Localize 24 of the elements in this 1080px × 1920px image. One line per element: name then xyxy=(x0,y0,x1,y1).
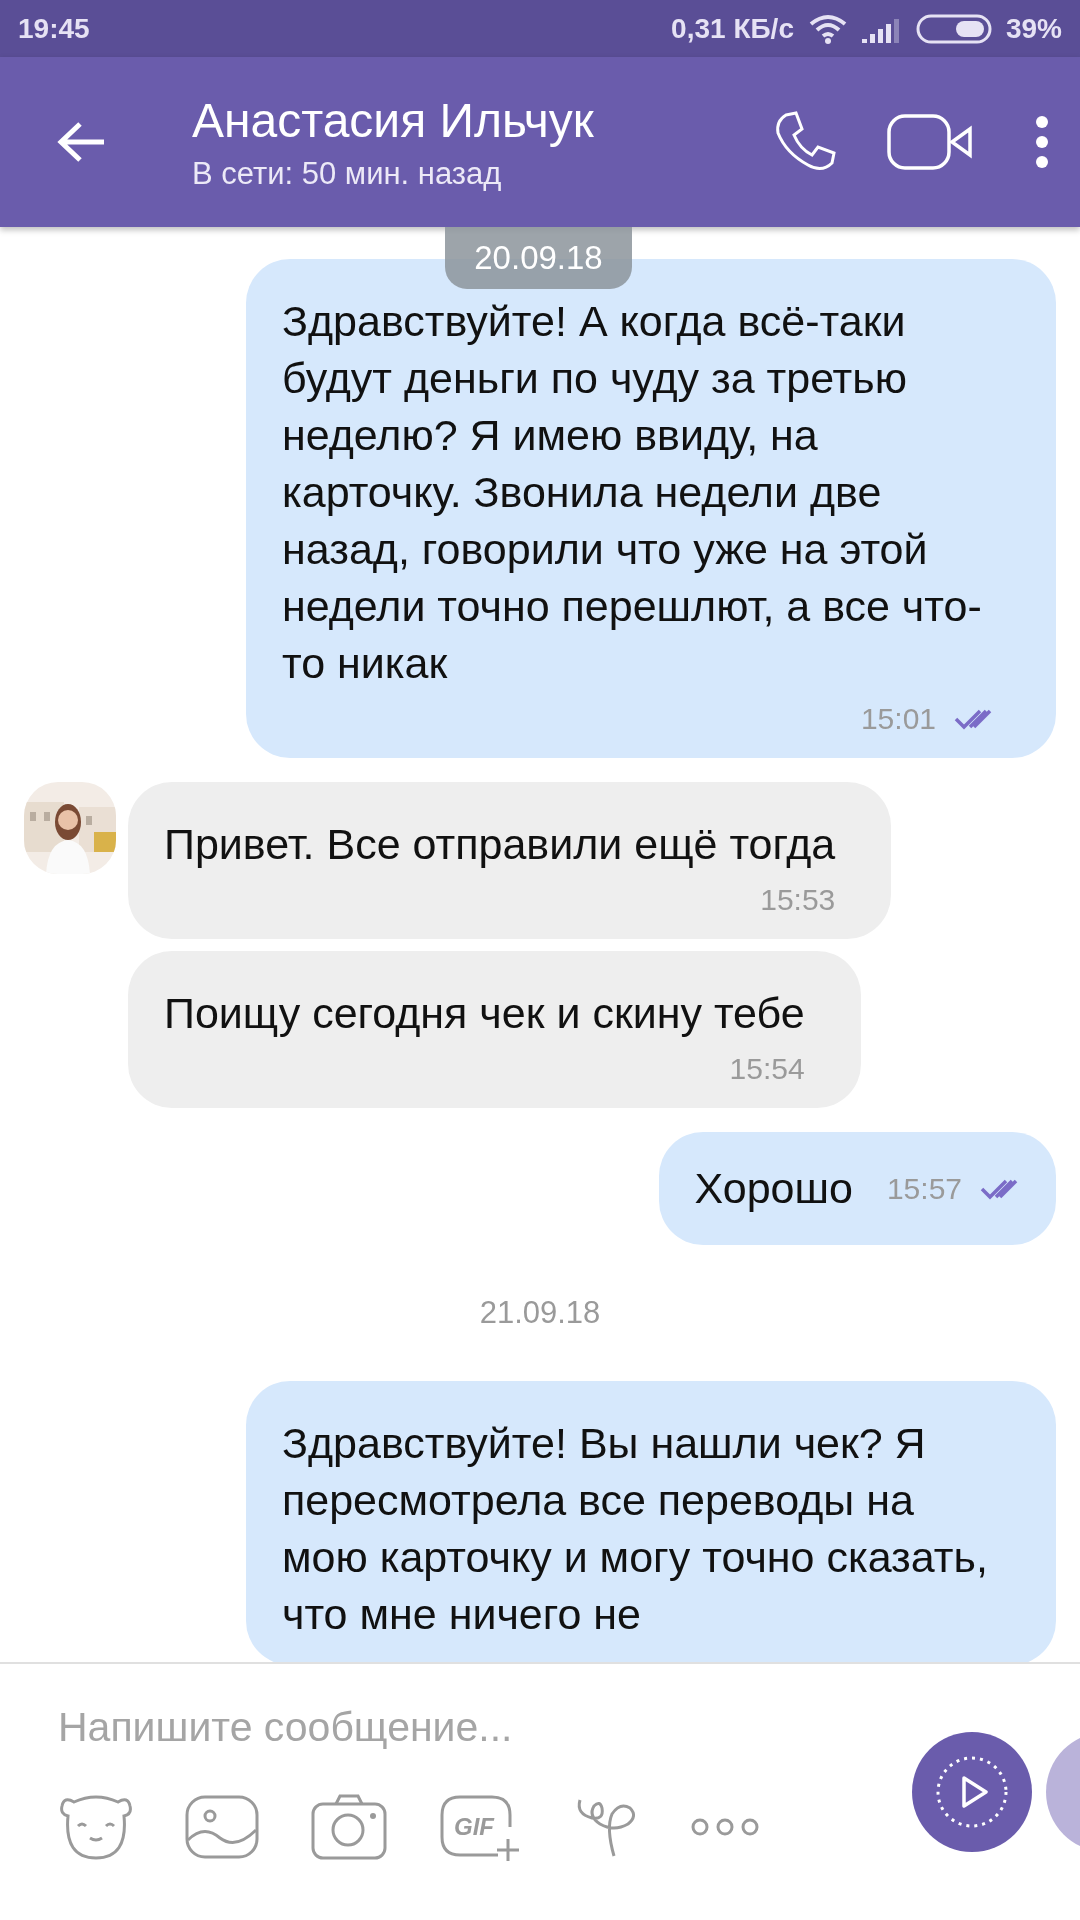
message-text: Поищу сегодня чек и скину тебе xyxy=(164,988,805,1039)
wifi-icon xyxy=(807,13,848,44)
network-speed: 0,31 КБ/с xyxy=(671,12,794,45)
date-chip: 20.09.18 xyxy=(445,227,632,289)
message-text: Привет. Все отправили ещё тогда xyxy=(164,819,836,870)
more-menu-button[interactable] xyxy=(1034,114,1050,170)
camera-button[interactable] xyxy=(310,1792,388,1862)
contact-name: Анастасия Ильчук xyxy=(192,92,595,148)
play-icon xyxy=(934,1754,1010,1830)
battery-percent: 39% xyxy=(1005,12,1062,45)
message-text: Здравствуйте! А когда всё-таки будут деньги по чуду за третью неделю? Я имею ввиду, на карточку. Звонила недели две назад, говорили что уже на этой недели точно перешлют, а все что-то никак xyxy=(282,296,983,689)
message-time: 15:57 xyxy=(886,1171,962,1206)
gif-button[interactable]: GIF xyxy=(438,1791,524,1863)
message-time: 15:53 xyxy=(760,883,836,917)
clock: 19:45 xyxy=(18,12,90,45)
more-options-button[interactable] xyxy=(690,1817,760,1837)
gallery-button[interactable] xyxy=(184,1794,260,1860)
message-text: Хорошо xyxy=(694,1163,853,1214)
last-seen-status: В сети: 50 мин. назад xyxy=(192,155,503,192)
message-text: Здравствуйте! Вы нашли чек? Я пересмотрела все переводы на мою карточку и могу точно сказать, что мне ничего не xyxy=(282,1418,989,1640)
message-time: 15:01 xyxy=(860,702,936,736)
battery-icon xyxy=(915,13,992,44)
date-label: 21.09.18 xyxy=(479,1295,601,1331)
message-time: 15:54 xyxy=(729,1052,805,1086)
